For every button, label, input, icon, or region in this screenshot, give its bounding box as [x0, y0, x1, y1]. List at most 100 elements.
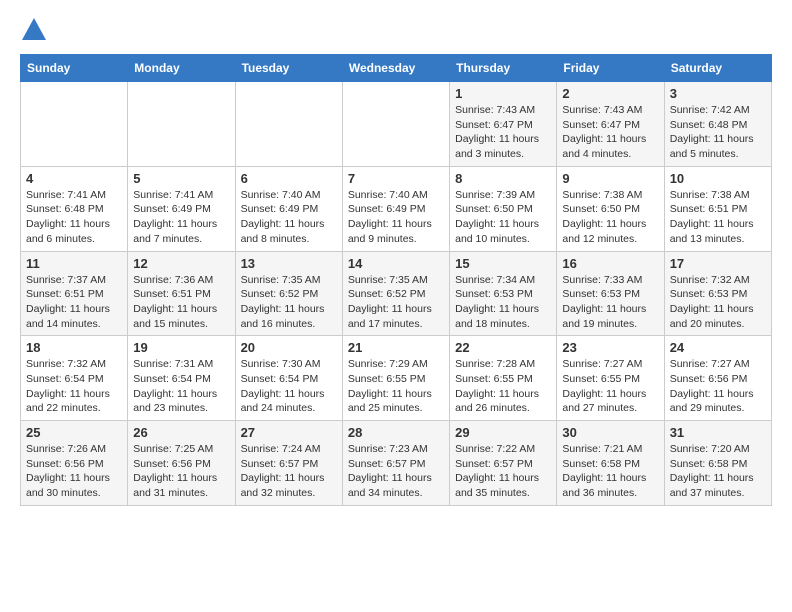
- calendar-cell: [342, 82, 449, 167]
- calendar-cell: 31 Sunrise: 7:20 AM Sunset: 6:58 PM Dayli…: [664, 421, 771, 506]
- day-number: 16: [562, 256, 658, 271]
- day-number: 2: [562, 86, 658, 101]
- day-number: 29: [455, 425, 551, 440]
- calendar-week-2: 4 Sunrise: 7:41 AM Sunset: 6:48 PM Daylig…: [21, 166, 772, 251]
- header-friday: Friday: [557, 55, 664, 82]
- calendar-cell: 25 Sunrise: 7:26 AM Sunset: 6:56 PM Dayli…: [21, 421, 128, 506]
- calendar-cell: 23Sunrise: 7:27 AM Sunset: 6:55 PM Dayli…: [557, 336, 664, 421]
- day-info: Sunrise: 7:26 AM Sunset: 6:56 PM Dayligh…: [26, 442, 122, 501]
- day-info: Sunrise: 7:23 AM Sunset: 6:57 PM Dayligh…: [348, 442, 444, 501]
- day-number: 3: [670, 86, 766, 101]
- calendar-cell: 17 Sunrise: 7:32 AM Sunset: 6:53 PM Dayli…: [664, 251, 771, 336]
- calendar-cell: 29 Sunrise: 7:22 AM Sunset: 6:57 PM Dayli…: [450, 421, 557, 506]
- calendar-cell: 24Sunrise: 7:27 AM Sunset: 6:56 PM Dayli…: [664, 336, 771, 421]
- day-number: 1: [455, 86, 551, 101]
- calendar-header-row: SundayMondayTuesdayWednesdayThursdayFrid…: [21, 55, 772, 82]
- header-monday: Monday: [128, 55, 235, 82]
- day-number: 22: [455, 340, 551, 355]
- calendar-cell: 18Sunrise: 7:32 AM Sunset: 6:54 PM Dayli…: [21, 336, 128, 421]
- day-info: Sunrise: 7:37 AM Sunset: 6:51 PM Dayligh…: [26, 273, 122, 332]
- calendar-cell: 2 Sunrise: 7:43 AM Sunset: 6:47 PM Daylig…: [557, 82, 664, 167]
- day-info: Sunrise: 7:27 AM Sunset: 6:56 PM Dayligh…: [670, 357, 766, 416]
- day-info: Sunrise: 7:24 AM Sunset: 6:57 PM Dayligh…: [241, 442, 337, 501]
- day-info: Sunrise: 7:20 AM Sunset: 6:58 PM Dayligh…: [670, 442, 766, 501]
- day-info: Sunrise: 7:25 AM Sunset: 6:56 PM Dayligh…: [133, 442, 229, 501]
- page-header: [20, 20, 772, 44]
- day-info: Sunrise: 7:32 AM Sunset: 6:53 PM Dayligh…: [670, 273, 766, 332]
- day-number: 19: [133, 340, 229, 355]
- calendar-cell: 30 Sunrise: 7:21 AM Sunset: 6:58 PM Dayli…: [557, 421, 664, 506]
- day-number: 6: [241, 171, 337, 186]
- day-info: Sunrise: 7:40 AM Sunset: 6:49 PM Dayligh…: [241, 188, 337, 247]
- day-info: Sunrise: 7:43 AM Sunset: 6:47 PM Dayligh…: [455, 103, 551, 162]
- calendar-cell: 22 Sunrise: 7:28 AM Sunset: 6:55 PM Dayli…: [450, 336, 557, 421]
- day-number: 17: [670, 256, 766, 271]
- day-info: Sunrise: 7:43 AM Sunset: 6:47 PM Dayligh…: [562, 103, 658, 162]
- calendar-week-1: 1 Sunrise: 7:43 AM Sunset: 6:47 PM Daylig…: [21, 82, 772, 167]
- day-info: Sunrise: 7:33 AM Sunset: 6:53 PM Dayligh…: [562, 273, 658, 332]
- logo-icon: [20, 16, 48, 44]
- header-sunday: Sunday: [21, 55, 128, 82]
- day-number: 14: [348, 256, 444, 271]
- calendar-cell: 3 Sunrise: 7:42 AM Sunset: 6:48 PM Daylig…: [664, 82, 771, 167]
- calendar-cell: 15 Sunrise: 7:34 AM Sunset: 6:53 PM Dayli…: [450, 251, 557, 336]
- header-saturday: Saturday: [664, 55, 771, 82]
- day-info: Sunrise: 7:34 AM Sunset: 6:53 PM Dayligh…: [455, 273, 551, 332]
- calendar-table: SundayMondayTuesdayWednesdayThursdayFrid…: [20, 54, 772, 506]
- calendar-cell: [235, 82, 342, 167]
- day-number: 31: [670, 425, 766, 440]
- calendar-cell: 8 Sunrise: 7:39 AM Sunset: 6:50 PM Daylig…: [450, 166, 557, 251]
- day-number: 8: [455, 171, 551, 186]
- calendar-cell: 12 Sunrise: 7:36 AM Sunset: 6:51 PM Dayli…: [128, 251, 235, 336]
- day-number: 13: [241, 256, 337, 271]
- day-info: Sunrise: 7:41 AM Sunset: 6:49 PM Dayligh…: [133, 188, 229, 247]
- calendar-cell: 1 Sunrise: 7:43 AM Sunset: 6:47 PM Daylig…: [450, 82, 557, 167]
- day-info: Sunrise: 7:35 AM Sunset: 6:52 PM Dayligh…: [241, 273, 337, 332]
- day-number: 5: [133, 171, 229, 186]
- day-info: Sunrise: 7:39 AM Sunset: 6:50 PM Dayligh…: [455, 188, 551, 247]
- day-number: 20: [241, 340, 337, 355]
- day-number: 4: [26, 171, 122, 186]
- day-info: Sunrise: 7:27 AM Sunset: 6:55 PM Dayligh…: [562, 357, 658, 416]
- day-number: 10: [670, 171, 766, 186]
- day-number: 18: [26, 340, 122, 355]
- calendar-cell: 27 Sunrise: 7:24 AM Sunset: 6:57 PM Dayli…: [235, 421, 342, 506]
- day-number: 30: [562, 425, 658, 440]
- day-info: Sunrise: 7:31 AM Sunset: 6:54 PM Dayligh…: [133, 357, 229, 416]
- day-info: Sunrise: 7:28 AM Sunset: 6:55 PM Dayligh…: [455, 357, 551, 416]
- day-info: Sunrise: 7:38 AM Sunset: 6:51 PM Dayligh…: [670, 188, 766, 247]
- day-number: 9: [562, 171, 658, 186]
- day-number: 15: [455, 256, 551, 271]
- day-number: 26: [133, 425, 229, 440]
- day-number: 25: [26, 425, 122, 440]
- day-info: Sunrise: 7:40 AM Sunset: 6:49 PM Dayligh…: [348, 188, 444, 247]
- calendar-cell: 6 Sunrise: 7:40 AM Sunset: 6:49 PM Daylig…: [235, 166, 342, 251]
- day-info: Sunrise: 7:42 AM Sunset: 6:48 PM Dayligh…: [670, 103, 766, 162]
- calendar-week-3: 11 Sunrise: 7:37 AM Sunset: 6:51 PM Dayli…: [21, 251, 772, 336]
- calendar-week-5: 25 Sunrise: 7:26 AM Sunset: 6:56 PM Dayli…: [21, 421, 772, 506]
- day-info: Sunrise: 7:30 AM Sunset: 6:54 PM Dayligh…: [241, 357, 337, 416]
- day-number: 27: [241, 425, 337, 440]
- calendar-cell: 10 Sunrise: 7:38 AM Sunset: 6:51 PM Dayli…: [664, 166, 771, 251]
- day-number: 12: [133, 256, 229, 271]
- day-info: Sunrise: 7:29 AM Sunset: 6:55 PM Dayligh…: [348, 357, 444, 416]
- calendar-cell: 4 Sunrise: 7:41 AM Sunset: 6:48 PM Daylig…: [21, 166, 128, 251]
- day-info: Sunrise: 7:21 AM Sunset: 6:58 PM Dayligh…: [562, 442, 658, 501]
- day-info: Sunrise: 7:22 AM Sunset: 6:57 PM Dayligh…: [455, 442, 551, 501]
- day-number: 28: [348, 425, 444, 440]
- calendar-cell: [21, 82, 128, 167]
- day-number: 11: [26, 256, 122, 271]
- calendar-cell: 19 Sunrise: 7:31 AM Sunset: 6:54 PM Dayli…: [128, 336, 235, 421]
- calendar-cell: 16 Sunrise: 7:33 AM Sunset: 6:53 PM Dayli…: [557, 251, 664, 336]
- day-info: Sunrise: 7:36 AM Sunset: 6:51 PM Dayligh…: [133, 273, 229, 332]
- calendar-cell: 28 Sunrise: 7:23 AM Sunset: 6:57 PM Dayli…: [342, 421, 449, 506]
- calendar-cell: [128, 82, 235, 167]
- day-info: Sunrise: 7:35 AM Sunset: 6:52 PM Dayligh…: [348, 273, 444, 332]
- calendar-cell: 14 Sunrise: 7:35 AM Sunset: 6:52 PM Dayli…: [342, 251, 449, 336]
- calendar-cell: 13 Sunrise: 7:35 AM Sunset: 6:52 PM Dayli…: [235, 251, 342, 336]
- logo: [20, 20, 52, 44]
- calendar-cell: 26 Sunrise: 7:25 AM Sunset: 6:56 PM Dayli…: [128, 421, 235, 506]
- calendar-cell: 21Sunrise: 7:29 AM Sunset: 6:55 PM Dayli…: [342, 336, 449, 421]
- day-info: Sunrise: 7:38 AM Sunset: 6:50 PM Dayligh…: [562, 188, 658, 247]
- day-info: Sunrise: 7:41 AM Sunset: 6:48 PM Dayligh…: [26, 188, 122, 247]
